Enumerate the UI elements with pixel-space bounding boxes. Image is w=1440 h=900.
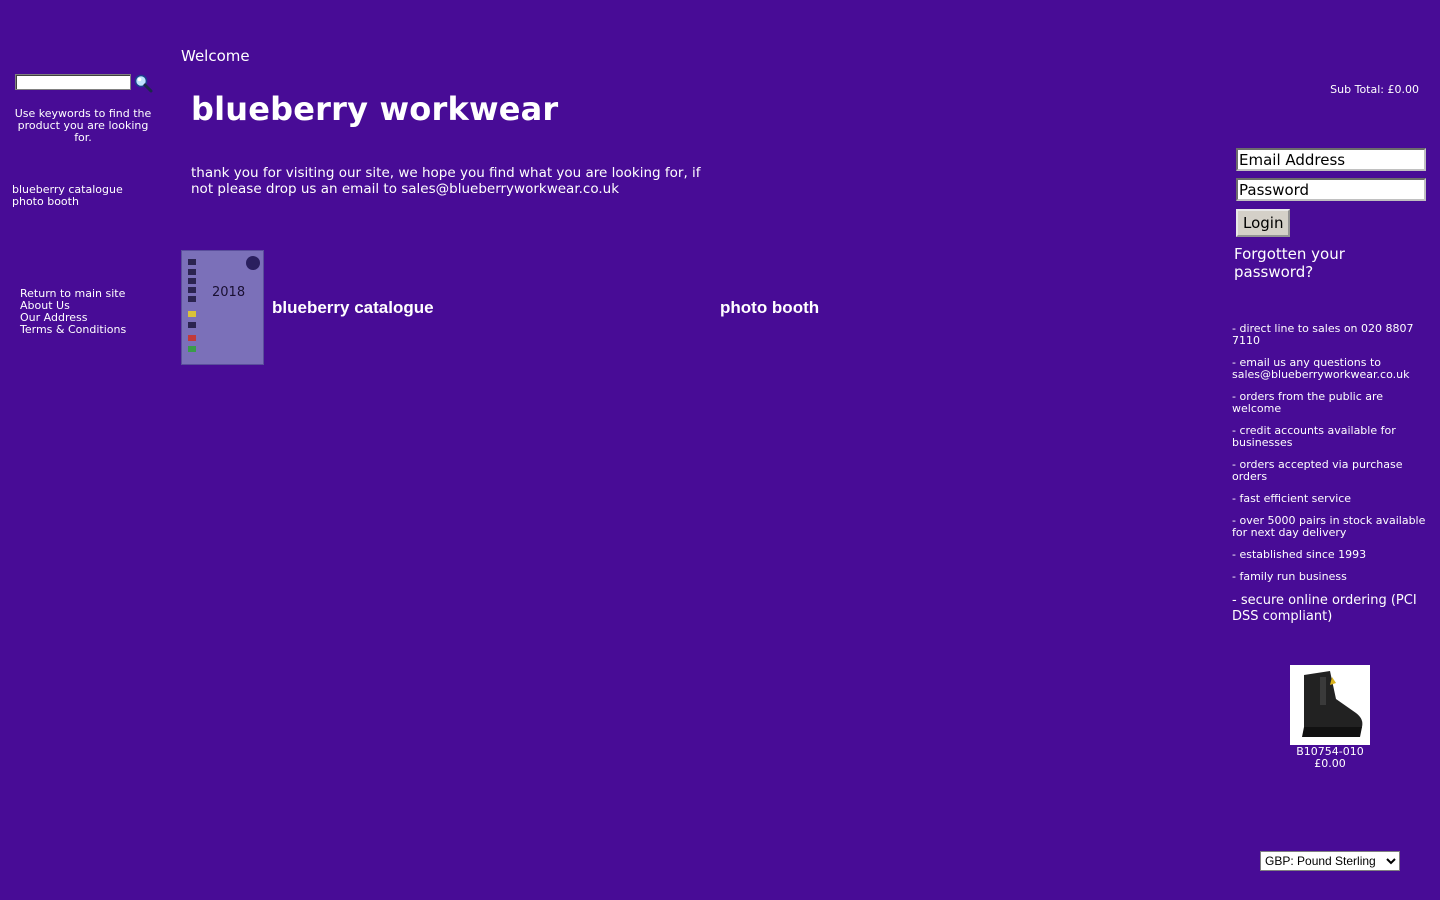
currency-select[interactable]: GBP: Pound Sterling [1260,851,1400,871]
feature-item: - direct line to sales on 020 8807 7110 [1232,322,1414,347]
category-link-photo-booth[interactable]: photo booth [12,196,123,208]
welcome-heading: Welcome [181,47,250,65]
page: Use keywords to find the product you are… [0,0,1440,900]
feature-item: - established since 1993 [1232,548,1367,561]
password-field[interactable] [1236,178,1426,201]
login-button[interactable]: Login [1236,209,1291,237]
photo-booth-link[interactable]: photo booth [720,298,819,318]
feature-item: - fast efficient service [1232,492,1352,505]
feature-item: - credit accounts available for business… [1232,424,1396,449]
info-links: Return to main site About Us Our Address… [20,288,126,336]
email-field[interactable] [1236,148,1426,171]
search-input[interactable] [15,74,131,90]
blueberry-catalogue-link[interactable]: blueberry catalogue [272,298,434,318]
category-list: blueberry catalogue photo booth [12,184,123,208]
feature-item: - email us any questions to sales@bluebe… [1232,356,1410,381]
catalogue-logo-icon [246,256,260,270]
feature-item: - family run business [1232,570,1347,583]
terms-conditions-link[interactable]: Terms & Conditions [20,324,126,336]
cart-subtotal: Sub Total: £0.00 [1330,83,1419,96]
feature-item: - secure online ordering (PCI DSS compli… [1232,593,1417,624]
search-icon[interactable] [133,73,153,93]
catalogue-year: 2018 [212,285,246,300]
feature-item: - over 5000 pairs in stock available for… [1232,514,1426,539]
featured-product[interactable]: B10754-010 £0.00 [1290,665,1370,770]
product-price: £0.00 [1314,757,1346,770]
feature-item: - orders from the public are welcome [1232,390,1384,415]
intro-text: thank you for visiting our site, we hope… [191,165,701,197]
page-title: blueberry workwear [191,90,559,128]
catalogue-cover-image[interactable]: 2018 [181,250,264,365]
search-hint: Use keywords to find the product you are… [14,107,152,144]
forgot-password-link[interactable]: Forgotten your password? [1234,245,1414,281]
features-list: - direct line to sales on 020 8807 7110 … [1232,323,1427,635]
feature-item: - orders accepted via purchase orders [1232,458,1403,483]
safety-boot-image[interactable] [1290,665,1370,745]
